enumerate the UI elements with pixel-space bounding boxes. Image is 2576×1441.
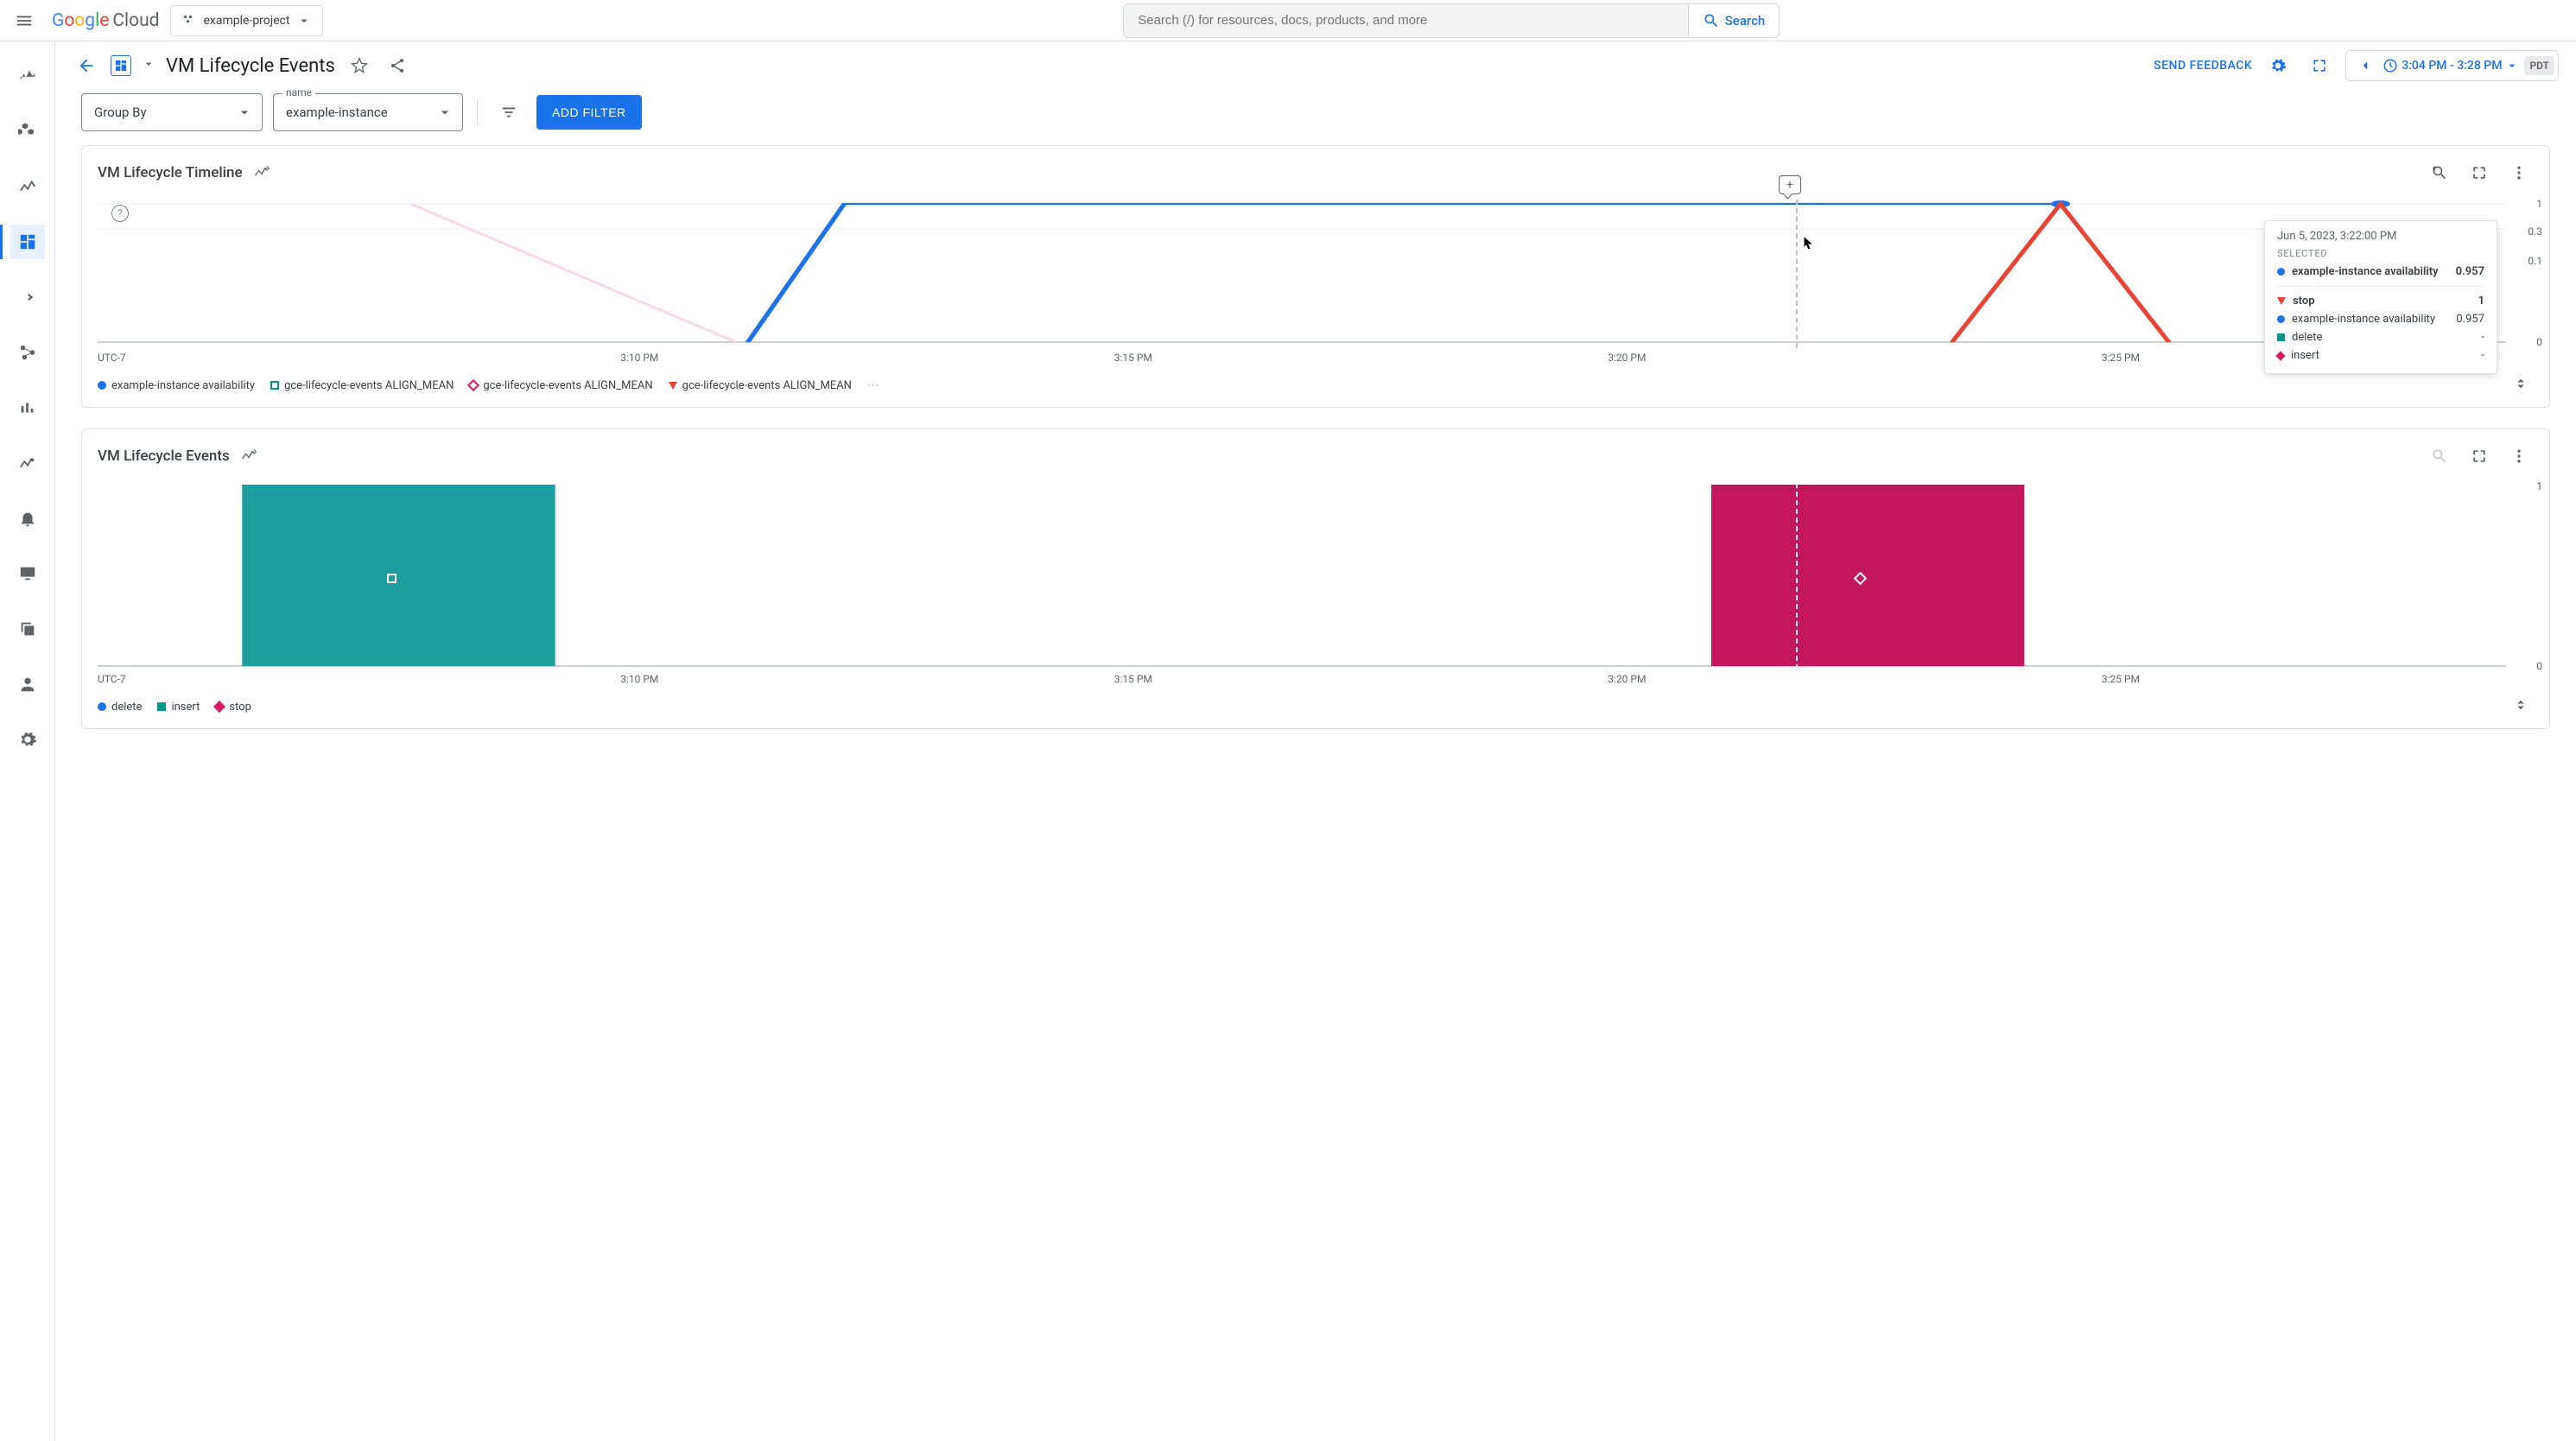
timeline-card: VM Lifecycle Timeline ? + — [81, 145, 2550, 408]
events-zoom-button[interactable] — [2425, 441, 2454, 471]
tooltip-selected-label: SELECTED — [2277, 248, 2484, 259]
back-button[interactable] — [73, 52, 100, 79]
send-feedback-link[interactable]: SEND FEEDBACK — [2154, 59, 2252, 73]
nav-monitoring-icon[interactable] — [10, 59, 45, 93]
search-input[interactable] — [1124, 4, 1687, 37]
tooltip-time: Jun 5, 2023, 3:22:00 PM — [2277, 230, 2484, 243]
filter-row: Group By name example-instance ADD FILTE… — [55, 90, 2576, 145]
timeline-menu-button[interactable] — [2504, 158, 2534, 187]
filter-icon-button[interactable] — [492, 95, 526, 130]
nav-bell-icon[interactable] — [10, 501, 45, 536]
time-range-label: 3:04 PM - 3:28 PM — [2402, 59, 2502, 73]
time-range-button[interactable]: 3:04 PM - 3:28 PM — [2382, 58, 2519, 73]
add-filter-button[interactable]: ADD FILTER — [536, 95, 642, 130]
nav-person-icon[interactable] — [10, 667, 45, 701]
dashboard-type-icon[interactable] — [111, 55, 131, 76]
time-range-prev-button[interactable] — [2353, 54, 2377, 78]
nav-hex-icon[interactable] — [10, 114, 45, 149]
topbar: Google Cloud example-project Search — [0, 0, 2576, 41]
group-by-select[interactable]: Group By — [81, 93, 263, 131]
add-annotation-button[interactable]: + — [1779, 175, 1801, 194]
events-fullscreen-button[interactable] — [2465, 441, 2494, 471]
timeline-chart[interactable]: ? + — [98, 200, 2506, 346]
legend-scroll-icon[interactable] — [2513, 376, 2528, 395]
name-select[interactable]: name example-instance — [273, 93, 463, 131]
chevron-down-icon — [436, 104, 454, 121]
search-button-label: Search — [1725, 13, 1766, 29]
project-selector[interactable]: example-project — [170, 5, 324, 36]
divider — [477, 98, 478, 126]
google-cloud-logo[interactable]: Google Cloud — [52, 10, 160, 31]
side-nav — [0, 41, 55, 1441]
timeline-title: VM Lifecycle Timeline — [98, 164, 243, 181]
search-bar: Search — [1123, 3, 1780, 38]
page-title: VM Lifecycle Events — [166, 55, 335, 77]
nav-import-icon[interactable] — [10, 280, 45, 314]
events-legend: delete insert stop — [82, 689, 2549, 728]
explore-icon[interactable] — [253, 163, 272, 182]
nav-trace-icon[interactable] — [10, 446, 45, 480]
name-value: example-instance — [286, 105, 388, 120]
nav-copy-icon[interactable] — [10, 612, 45, 646]
events-x-axis: UTC-7 3:10 PM 3:15 PM 3:20 PM 3:25 PM — [98, 673, 2506, 689]
page-header: VM Lifecycle Events SEND FEEDBACK 3:04 P… — [55, 41, 2576, 90]
nav-settings-icon[interactable] — [10, 722, 45, 757]
timeline-zoom-button[interactable] — [2425, 158, 2454, 187]
dashboard-type-dropdown-icon[interactable] — [142, 57, 155, 74]
nav-screen-icon[interactable] — [10, 556, 45, 591]
help-icon[interactable]: ? — [111, 205, 129, 222]
timezone-badge: PDT — [2524, 56, 2554, 75]
share-button[interactable] — [384, 52, 411, 79]
nav-dashboards-icon[interactable] — [10, 225, 45, 259]
time-range-picker: 3:04 PM - 3:28 PM PDT — [2345, 50, 2559, 81]
timeline-legend: example-instance availability gce-lifecy… — [82, 367, 2549, 407]
chevron-down-icon — [236, 104, 253, 121]
timeline-fullscreen-button[interactable] — [2465, 158, 2494, 187]
favorite-button[interactable] — [346, 52, 373, 79]
menu-button[interactable] — [7, 3, 41, 38]
legend-overflow: ⋯ — [867, 379, 879, 392]
search-button[interactable]: Search — [1688, 4, 1780, 37]
nav-bars-icon[interactable] — [10, 390, 45, 425]
header-fullscreen-button[interactable] — [2304, 50, 2335, 81]
nav-services-icon[interactable] — [10, 335, 45, 370]
nav-metrics-icon[interactable] — [10, 169, 45, 204]
timeline-y-axis: 1 0.3 0.1 0 — [2508, 200, 2542, 346]
name-float-label: name — [282, 86, 315, 98]
events-chart[interactable]: 1 0 — [98, 483, 2506, 668]
header-settings-button[interactable] — [2262, 50, 2294, 81]
legend-scroll-icon[interactable] — [2513, 697, 2528, 716]
chart-tooltip: Jun 5, 2023, 3:22:00 PM SELECTED example… — [2264, 220, 2497, 374]
project-name: example-project — [204, 14, 290, 28]
events-y-axis: 1 0 — [2508, 483, 2542, 668]
events-menu-button[interactable] — [2504, 441, 2534, 471]
events-title: VM Lifecycle Events — [98, 448, 230, 465]
hover-line — [1796, 483, 1798, 670]
timeline-x-axis: UTC-7 3:10 PM 3:15 PM 3:20 PM 3:25 PM — [98, 352, 2506, 367]
events-card: VM Lifecycle Events — [81, 428, 2550, 729]
hover-line — [1796, 200, 1798, 348]
explore-icon[interactable] — [240, 447, 259, 466]
group-by-label: Group By — [94, 105, 147, 120]
